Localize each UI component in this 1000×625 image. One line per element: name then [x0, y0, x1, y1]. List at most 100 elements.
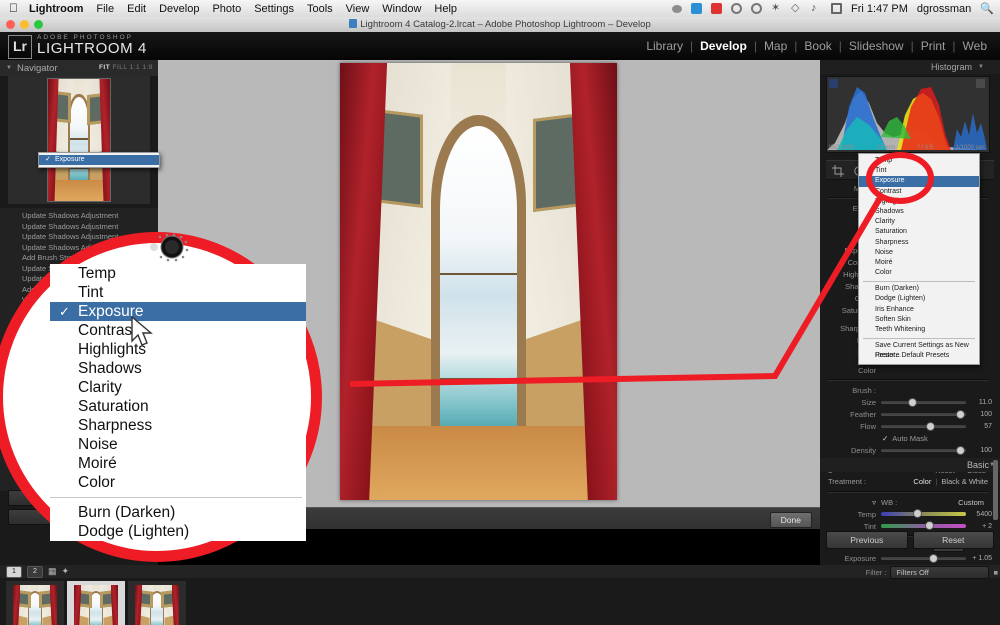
popup-restore-presets[interactable]: Restore Default Presets: [859, 351, 979, 361]
popup-preset-burn[interactable]: Burn (Darken): [859, 284, 979, 294]
temp-row[interactable]: Temp 5400: [824, 508, 992, 520]
brush-size-row[interactable]: Size 11.0: [824, 396, 992, 408]
reset-button[interactable]: Reset: [8, 490, 150, 506]
history-item[interactable]: Add Brush Stroke: [0, 253, 158, 264]
nav-mode-1-8[interactable]: 1:8: [142, 64, 153, 71]
image-canvas[interactable]: [158, 60, 820, 507]
menu-develop[interactable]: Develop: [159, 3, 199, 15]
grid-icon[interactable]: ▦: [48, 566, 57, 577]
popup-save-preset[interactable]: Save Current Settings as New Preset...: [859, 341, 979, 359]
chevron-down-icon[interactable]: ▼: [6, 65, 12, 71]
auto-mask-row[interactable]: ✓ Auto Mask: [824, 432, 992, 444]
popup-item-sharpness[interactable]: Sharpness: [859, 238, 979, 248]
right-panel-scrollbar[interactable]: [993, 460, 998, 520]
exposure-row[interactable]: Exposure + 1.05: [824, 552, 992, 564]
filmstrip-thumb-selected[interactable]: [67, 581, 125, 625]
copy-button[interactable]: Copy...: [8, 509, 150, 525]
history-item[interactable]: Update Shadows Adjustment: [0, 232, 158, 243]
nav-mode-fill[interactable]: FILL: [113, 64, 128, 71]
effect-slider-row[interactable]: Color: [824, 364, 992, 376]
menu-window[interactable]: Window: [382, 3, 421, 15]
wb-value[interactable]: Custom: [958, 498, 992, 507]
menu-help[interactable]: Help: [434, 3, 457, 15]
menu-settings[interactable]: Settings: [254, 3, 294, 15]
exposure-slider[interactable]: [881, 553, 966, 563]
popup-preset-soften-skin[interactable]: Soften Skin: [859, 315, 979, 325]
menu-edit[interactable]: Edit: [127, 3, 146, 15]
histogram-graph[interactable]: [826, 76, 990, 153]
brush-size-slider[interactable]: [881, 397, 966, 407]
menu-photo[interactable]: Photo: [212, 3, 241, 15]
history-item[interactable]: Update Exposure: [0, 274, 158, 285]
history-item[interactable]: Temperature: [0, 316, 158, 327]
sync-icon[interactable]: [731, 3, 743, 14]
navigate-icon[interactable]: ✦: [62, 566, 70, 577]
history-list[interactable]: Update Shadows Adjustment Update Shadows…: [0, 208, 158, 491]
done-button[interactable]: Done: [769, 512, 812, 528]
popup-preset-dodge[interactable]: Dodge (Lighten): [859, 294, 979, 304]
brush-row[interactable]: Brush :: [824, 384, 992, 396]
dropbox-icon[interactable]: [691, 3, 703, 14]
crop-icon[interactable]: [832, 164, 844, 177]
popup-item-noise[interactable]: Noise: [859, 248, 979, 258]
filter-select[interactable]: Filters Off: [890, 566, 990, 579]
module-develop[interactable]: Develop: [693, 39, 754, 53]
display-icon[interactable]: [831, 3, 843, 14]
filter-toggle-icon[interactable]: ■: [993, 568, 998, 577]
filmstrip-thumb[interactable]: [128, 581, 186, 625]
popup-item-color[interactable]: Color: [859, 268, 979, 278]
popup-item-temp[interactable]: Temp: [859, 156, 979, 166]
brush-flow-slider[interactable]: [881, 421, 966, 431]
reset-button[interactable]: Reset: [912, 531, 994, 549]
module-map[interactable]: Map: [757, 39, 794, 53]
popup-item-tint[interactable]: Tint: [859, 166, 979, 176]
effect-popup-menu[interactable]: Temp Tint ✓ Exposure Contrast Highlights …: [858, 153, 980, 365]
chevron-down-icon[interactable]: ▼: [978, 64, 984, 70]
auto-mask-checkbox[interactable]: ✓: [882, 434, 888, 443]
previous-button[interactable]: Previous: [826, 531, 908, 549]
menu-lightroom[interactable]: Lightroom: [29, 3, 83, 15]
basic-header[interactable]: Basic ▼: [820, 458, 1000, 472]
main-photo[interactable]: [340, 63, 617, 500]
treatment-row[interactable]: Treatment : Color | Black & White: [824, 474, 992, 488]
module-book[interactable]: Book: [797, 39, 838, 53]
history-item[interactable]: Update Shadows Adjustment: [0, 211, 158, 222]
user-name[interactable]: dgrossman: [917, 3, 971, 15]
nav-mode-1-1[interactable]: 1:1: [130, 64, 141, 71]
capture-icon[interactable]: [711, 3, 723, 14]
nav-mode-fit[interactable]: FIT: [99, 64, 110, 71]
navigator-header[interactable]: ▼ Navigator FIT FILL 1:1 1:8: [0, 60, 158, 76]
toolbar-label[interactable]: Show Edit Pins · Mask Overlay: [168, 515, 278, 524]
module-library[interactable]: Library: [639, 39, 690, 53]
popup-item-moire[interactable]: Moiré: [859, 258, 979, 268]
history-item[interactable]: Update Shadows Adjustment: [0, 264, 158, 275]
temp-slider[interactable]: [881, 509, 966, 518]
treatment-bw-option[interactable]: Black & White: [941, 477, 992, 486]
tint-slider[interactable]: [881, 521, 966, 530]
popup-item-exposure[interactable]: ✓ Exposure: [859, 176, 979, 187]
cloud-icon[interactable]: [672, 4, 683, 13]
popup-preset-iris[interactable]: Iris Enhance: [859, 305, 979, 315]
brush-density-row[interactable]: Density 100: [824, 444, 992, 456]
menu-view[interactable]: View: [346, 3, 370, 15]
popup-item-highlights[interactable]: Highlights: [859, 197, 979, 207]
navigator-modes[interactable]: FIT FILL 1:1 1:8: [99, 64, 153, 71]
navigator-preview[interactable]: [8, 76, 150, 204]
brush-flow-row[interactable]: Flow 57: [824, 420, 992, 432]
menu-tools[interactable]: Tools: [307, 3, 333, 15]
menu-file[interactable]: File: [96, 3, 114, 15]
popup-item-clarity[interactable]: Clarity: [859, 217, 979, 227]
screen-2-button[interactable]: 2: [27, 565, 43, 578]
brush-feather-slider[interactable]: [881, 409, 966, 419]
search-icon[interactable]: 🔍: [980, 2, 994, 15]
popup-preset-teeth[interactable]: Teeth Whitening: [859, 325, 979, 335]
history-item[interactable]: Exposure: [0, 306, 158, 317]
apple-icon[interactable]: : [9, 2, 18, 14]
bluetooth-icon[interactable]: ✶: [771, 3, 782, 14]
popup-item-contrast[interactable]: Contrast: [859, 187, 979, 197]
effect-dropdown-menu[interactable]: ✓ Exposure: [38, 152, 160, 169]
module-slideshow[interactable]: Slideshow: [842, 39, 911, 53]
screen-1-button[interactable]: 1: [6, 565, 22, 578]
brush-feather-row[interactable]: Feather 100: [824, 408, 992, 420]
eyedropper-icon[interactable]: ▿: [824, 498, 881, 507]
